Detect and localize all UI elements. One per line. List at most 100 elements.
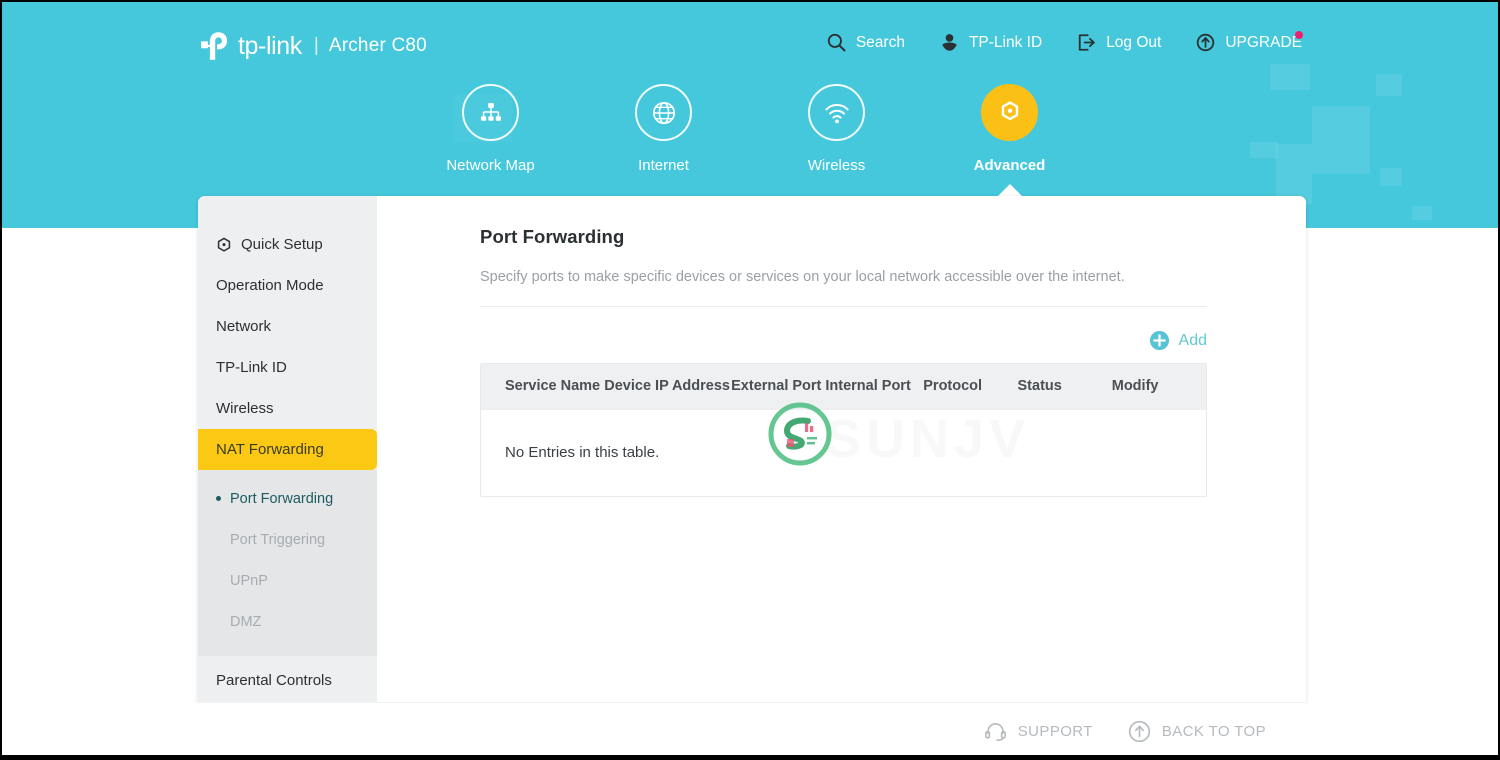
tplink-id-label: TP-Link ID: [968, 33, 1043, 51]
tab-advanced[interactable]: Advanced: [923, 84, 1096, 201]
back-to-top-label: BACK TO TOP: [1161, 723, 1266, 740]
table-header-row: Service Name Device IP Address External …: [481, 364, 1206, 410]
sidebar-subitem-label: DMZ: [230, 613, 262, 630]
utility-nav: Search TP-Link ID Log Out UPGRADE: [826, 31, 1303, 53]
router-admin-window: tp-link | Archer C80 Search TP-Link ID L…: [0, 0, 1500, 760]
globe-icon: [652, 101, 675, 124]
back-to-top-link[interactable]: BACK TO TOP: [1127, 719, 1266, 744]
network-tree-icon: [480, 102, 501, 121]
tab-label: Network Map: [446, 157, 535, 174]
logout-button[interactable]: Log Out: [1076, 32, 1161, 53]
gear-icon: [217, 237, 231, 252]
sidebar-subitem-dmz[interactable]: DMZ: [198, 601, 377, 642]
table: Service Name Device IP Address External …: [481, 364, 1206, 497]
sidebar-nav: Quick Setup Operation Mode Network TP-Li…: [198, 196, 377, 702]
page-description: Specify ports to make specific devices o…: [480, 269, 1125, 285]
sidebar-item-label: Wireless: [216, 400, 274, 417]
sidebar-item-operation-mode[interactable]: Operation Mode: [198, 265, 377, 306]
tab-icon-circle: [981, 84, 1038, 141]
bullet-icon: [216, 578, 221, 583]
tab-wireless[interactable]: Wireless: [750, 84, 923, 174]
column-header-protocol: Protocol: [923, 378, 983, 394]
sidebar-subitem-label: UPnP: [230, 572, 268, 589]
brand-name: tp-link: [238, 31, 302, 60]
column-header-modify: Modify: [1111, 378, 1159, 394]
tab-icon-circle: [462, 84, 519, 141]
main-tab-bar: Network Map Internet Wireless Advanced: [2, 84, 1498, 201]
sidebar-subitem-upnp[interactable]: UPnP: [198, 560, 377, 601]
page-header: tp-link | Archer C80 Search TP-Link ID L…: [2, 2, 1498, 228]
sidebar-item-quick-setup[interactable]: Quick Setup: [198, 224, 377, 265]
header-decoration: [1412, 206, 1432, 220]
table-empty-row: No Entries in this table.: [481, 409, 1206, 497]
search-button[interactable]: Search: [826, 32, 905, 53]
table-header: Service Name Device IP Address External …: [481, 364, 1206, 410]
tab-label: Wireless: [807, 157, 866, 174]
search-icon: [827, 33, 846, 52]
wifi-icon: [824, 103, 849, 123]
gear-icon: [1001, 100, 1018, 120]
sidebar-item-wireless[interactable]: Wireless: [198, 388, 377, 429]
table-toolbar: Add: [480, 330, 1207, 351]
plus-circle-icon: [1149, 330, 1169, 351]
tab-network-map[interactable]: Network Map: [404, 84, 577, 174]
section-divider: [480, 306, 1207, 307]
upgrade-button[interactable]: UPGRADE: [1195, 31, 1303, 53]
bullet-icon: [216, 537, 221, 542]
add-button[interactable]: Add: [1149, 330, 1207, 351]
column-header-service-name: Service Name: [505, 378, 601, 394]
sidebar-item-label: Quick Setup: [241, 236, 323, 253]
support-link[interactable]: SUPPORT: [983, 719, 1093, 744]
main-panel: Port Forwarding Specify ports to make sp…: [377, 196, 1306, 702]
bullet-icon: [216, 496, 221, 501]
bullet-icon: [216, 619, 221, 624]
upgrade-label: UPGRADE: [1225, 33, 1302, 51]
sidebar-item-nat-forwarding[interactable]: NAT Forwarding: [198, 429, 377, 470]
tplink-id-button[interactable]: TP-Link ID: [939, 32, 1042, 53]
sidebar-item-tplink-id[interactable]: TP-Link ID: [198, 347, 377, 388]
sidebar-item-label: Network: [216, 318, 272, 335]
sidebar-item-label: Parental Controls: [216, 672, 332, 689]
tab-label: Advanced: [973, 157, 1046, 174]
upgrade-notification-badge: [1295, 31, 1303, 39]
search-label: Search: [855, 33, 905, 51]
tab-label: Internet: [638, 157, 689, 174]
sidebar-item-label: NAT Forwarding: [216, 441, 324, 458]
tab-icon-circle: [808, 84, 865, 141]
page-footer: SUPPORT BACK TO TOP: [198, 702, 1306, 758]
brand-model: Archer C80: [328, 35, 427, 56]
arrow-up-circle-icon: [1128, 720, 1150, 743]
logout-icon: [1079, 34, 1096, 51]
page-title: Port Forwarding: [480, 226, 625, 247]
sidebar-subitem-port-triggering[interactable]: Port Triggering: [198, 519, 377, 560]
port-forwarding-table: Service Name Device IP Address External …: [480, 363, 1207, 498]
headset-icon: [984, 722, 1006, 741]
user-id-icon: [942, 34, 957, 51]
upgrade-arrow-icon: [1197, 33, 1215, 52]
sidebar-item-label: TP-Link ID: [216, 359, 287, 376]
tp-link-logo-icon: [201, 32, 228, 60]
tab-internet[interactable]: Internet: [577, 84, 750, 174]
sidebar-nav-lower: Parental Controls QoS Security: [198, 656, 377, 702]
table-body: No Entries in this table.: [481, 409, 1206, 497]
sidebar-subitem-label: Port Forwarding: [230, 490, 334, 507]
tab-icon-circle: [635, 84, 692, 141]
column-header-status: Status: [1017, 378, 1062, 394]
sidebar-item-parental-controls[interactable]: Parental Controls: [198, 660, 377, 701]
table-empty-message: No Entries in this table.: [481, 409, 1206, 497]
add-button-label: Add: [1178, 331, 1207, 349]
brand-separator: |: [313, 35, 319, 56]
column-header-internal-port: Internal Port: [825, 378, 911, 394]
column-header-device-ip: Device IP Address: [604, 378, 730, 394]
window-bottom-edge: [2, 755, 1498, 758]
sidebar-item-network[interactable]: Network: [198, 306, 377, 347]
brand-logo[interactable]: tp-link | Archer C80: [198, 29, 427, 63]
sidebar-subnav-nat-forwarding: Port Forwarding Port Triggering UPnP DMZ: [198, 470, 377, 656]
sidebar-subitem-port-forwarding[interactable]: Port Forwarding: [198, 478, 377, 519]
sidebar-subitem-label: Port Triggering: [230, 531, 326, 548]
sidebar-item-label: Operation Mode: [216, 277, 324, 294]
content-card: Quick Setup Operation Mode Network TP-Li…: [198, 196, 1306, 702]
logout-label: Log Out: [1106, 33, 1162, 51]
support-label: SUPPORT: [1017, 723, 1093, 740]
column-header-external-port: External Port: [731, 378, 822, 394]
